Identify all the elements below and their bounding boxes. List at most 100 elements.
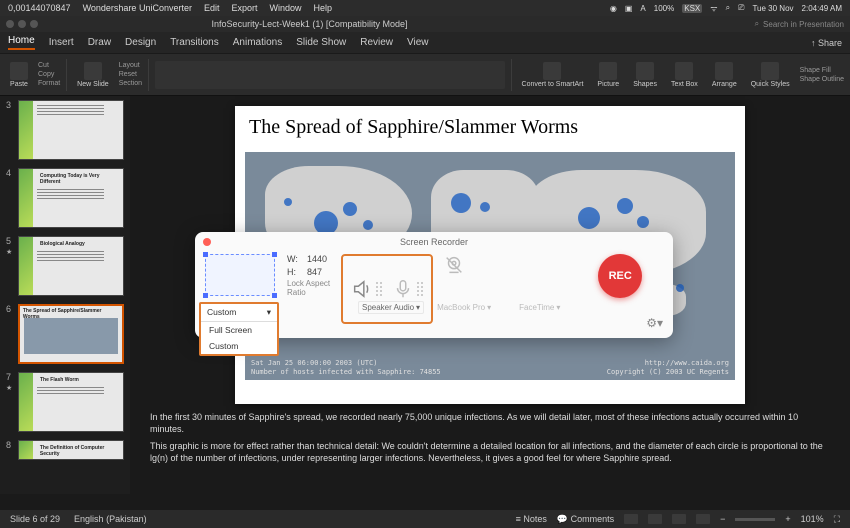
- shapes-icon: [636, 62, 654, 80]
- slide-thumb-7[interactable]: The Flash Worm: [18, 372, 124, 432]
- share-button[interactable]: ↑ Share: [811, 38, 842, 48]
- wifi-icon[interactable]: ᯤ: [710, 3, 717, 14]
- tab-animations[interactable]: Animations: [233, 37, 282, 48]
- status-bar: Slide 6 of 29 English (Pakistan) ≡ Notes…: [0, 510, 850, 528]
- control-center-icon[interactable]: ⎚: [738, 3, 744, 13]
- layout-button[interactable]: Layout: [119, 62, 142, 69]
- slide-thumb-6[interactable]: The Spread of Sapphire/Slammer Worms: [18, 304, 124, 364]
- slide-thumbnail-panel[interactable]: 3 4 Computing Today is Very Different 5★…: [0, 96, 130, 494]
- microphone-icon: [392, 278, 414, 300]
- webcam-toggle[interactable]: [443, 254, 465, 276]
- zoom-slider[interactable]: [735, 518, 775, 521]
- slide-title: The Spread of Sapphire/Slammer Worms: [235, 106, 745, 143]
- zoom-in-button[interactable]: +: [785, 514, 790, 524]
- height-value[interactable]: 847: [307, 267, 322, 277]
- overlay-coords: 0,00144070847: [8, 3, 71, 13]
- tab-insert[interactable]: Insert: [49, 37, 74, 48]
- speaker-audio-select[interactable]: Speaker Audio▾: [358, 301, 424, 314]
- zoom-out-button[interactable]: −: [720, 514, 725, 524]
- reset-button[interactable]: Reset: [119, 71, 142, 78]
- slideshow-view-icon[interactable]: [696, 514, 710, 524]
- comments-toggle[interactable]: 💬 Comments: [557, 514, 614, 525]
- chevron-down-icon: ▾: [487, 303, 491, 312]
- recorder-settings-button[interactable]: ⚙▾: [646, 316, 663, 330]
- sorter-view-icon[interactable]: [648, 514, 662, 524]
- close-button[interactable]: [203, 238, 211, 246]
- ribbon-tabs: Home Insert Draw Design Transitions Anim…: [0, 32, 850, 54]
- speaker-audio-toggle[interactable]: [351, 278, 382, 300]
- notes-toggle[interactable]: ≡ Notes: [516, 514, 547, 524]
- capture-area-preview[interactable]: [205, 254, 275, 296]
- tab-transitions[interactable]: Transitions: [170, 37, 219, 48]
- slide-thumb-5[interactable]: Biological Analogy: [18, 236, 124, 296]
- speaker-notes[interactable]: In the first 30 minutes of Sapphire's sp…: [150, 412, 830, 471]
- menu-window[interactable]: Window: [270, 3, 302, 13]
- presentation-search[interactable]: ⌕ Search in Presentation: [755, 19, 844, 29]
- record-button[interactable]: REC: [598, 254, 642, 298]
- textbox-button[interactable]: Text Box: [667, 60, 702, 90]
- cut-button[interactable]: Cut: [38, 62, 60, 69]
- speaker-icon: [351, 278, 373, 300]
- shape-fill-button[interactable]: Shape Fill: [800, 67, 844, 74]
- zoom-percent[interactable]: 101%: [801, 514, 824, 524]
- capture-mode-dropdown[interactable]: Custom▾ Full Screen Custom: [199, 302, 279, 356]
- dropdown-option-custom[interactable]: Custom: [201, 338, 277, 354]
- menu-help[interactable]: Help: [314, 3, 333, 13]
- dropdown-option-fullscreen[interactable]: Full Screen: [201, 322, 277, 338]
- tab-draw[interactable]: Draw: [88, 37, 111, 48]
- slide-thumb-3[interactable]: [18, 100, 124, 160]
- section-button[interactable]: Section: [119, 80, 142, 87]
- slide-number: 5: [6, 236, 14, 246]
- tab-home[interactable]: Home: [8, 35, 35, 50]
- new-slide-button[interactable]: New Slide: [73, 60, 113, 90]
- shape-outline-button[interactable]: Shape Outline: [800, 76, 844, 83]
- chevron-down-icon: ▾: [416, 303, 420, 312]
- copy-button[interactable]: Copy: [38, 71, 60, 78]
- reading-view-icon[interactable]: [672, 514, 686, 524]
- slide-counter[interactable]: Slide 6 of 29: [10, 514, 60, 524]
- convert-smartart-button[interactable]: Convert to SmartArt: [518, 60, 588, 90]
- language-label[interactable]: English (Pakistan): [74, 514, 147, 524]
- font-paragraph-group[interactable]: [155, 61, 505, 89]
- smartart-icon: [543, 62, 561, 80]
- menu-edit[interactable]: Edit: [204, 3, 220, 13]
- tab-slideshow[interactable]: Slide Show: [296, 37, 346, 48]
- window-titlebar: InfoSecurity-Lect-Week1 (1) [Compatibili…: [0, 16, 850, 32]
- arrange-button[interactable]: Arrange: [708, 60, 741, 90]
- paste-button[interactable]: Paste: [6, 60, 32, 90]
- quick-styles-button[interactable]: Quick Styles: [747, 60, 794, 90]
- arrange-icon: [715, 62, 733, 80]
- search-icon[interactable]: ⌕: [726, 3, 730, 13]
- picture-icon: [599, 62, 617, 80]
- slide-number: 7: [6, 372, 14, 382]
- shapes-button[interactable]: Shapes: [629, 60, 661, 90]
- slide-number: 8: [6, 440, 14, 460]
- tab-design[interactable]: Design: [125, 37, 156, 48]
- app-name[interactable]: Wondershare UniConverter: [83, 3, 192, 13]
- mic-audio-toggle[interactable]: [392, 278, 423, 300]
- fit-to-window-icon[interactable]: ⛶: [834, 514, 840, 525]
- camera-select[interactable]: FaceTime▾: [516, 302, 563, 313]
- menu-export[interactable]: Export: [231, 3, 257, 13]
- slide-thumb-8[interactable]: The Definition of Computer Security: [18, 440, 124, 460]
- quick-styles-icon: [761, 62, 779, 80]
- input-menu-icon[interactable]: A: [640, 4, 645, 13]
- rec-indicator-icon[interactable]: ◉: [610, 4, 617, 13]
- normal-view-icon[interactable]: [624, 514, 638, 524]
- mic-select[interactable]: MacBook Pro▾: [434, 302, 494, 313]
- lock-aspect-label[interactable]: Lock Aspect Ratio: [287, 280, 337, 298]
- stop-indicator-icon[interactable]: ▣: [625, 4, 633, 13]
- map-hosts-count: Number of hosts infected with Sapphire: …: [251, 368, 441, 376]
- battery-badge: KSX: [682, 4, 702, 13]
- width-value[interactable]: 1440: [307, 254, 327, 264]
- dropdown-selected-value: Custom: [207, 307, 236, 318]
- tab-view[interactable]: View: [407, 37, 429, 48]
- map-source-url: http://www.caida.org: [607, 359, 729, 367]
- picture-button[interactable]: Picture: [593, 60, 623, 90]
- date-text: Tue 30 Nov: [752, 4, 793, 13]
- traffic-lights[interactable]: [6, 20, 38, 28]
- slide-thumb-4[interactable]: Computing Today is Very Different: [18, 168, 124, 228]
- tab-review[interactable]: Review: [360, 37, 393, 48]
- format-button[interactable]: Format: [38, 80, 60, 87]
- mac-menubar: 0,00144070847 Wondershare UniConverter E…: [0, 0, 850, 16]
